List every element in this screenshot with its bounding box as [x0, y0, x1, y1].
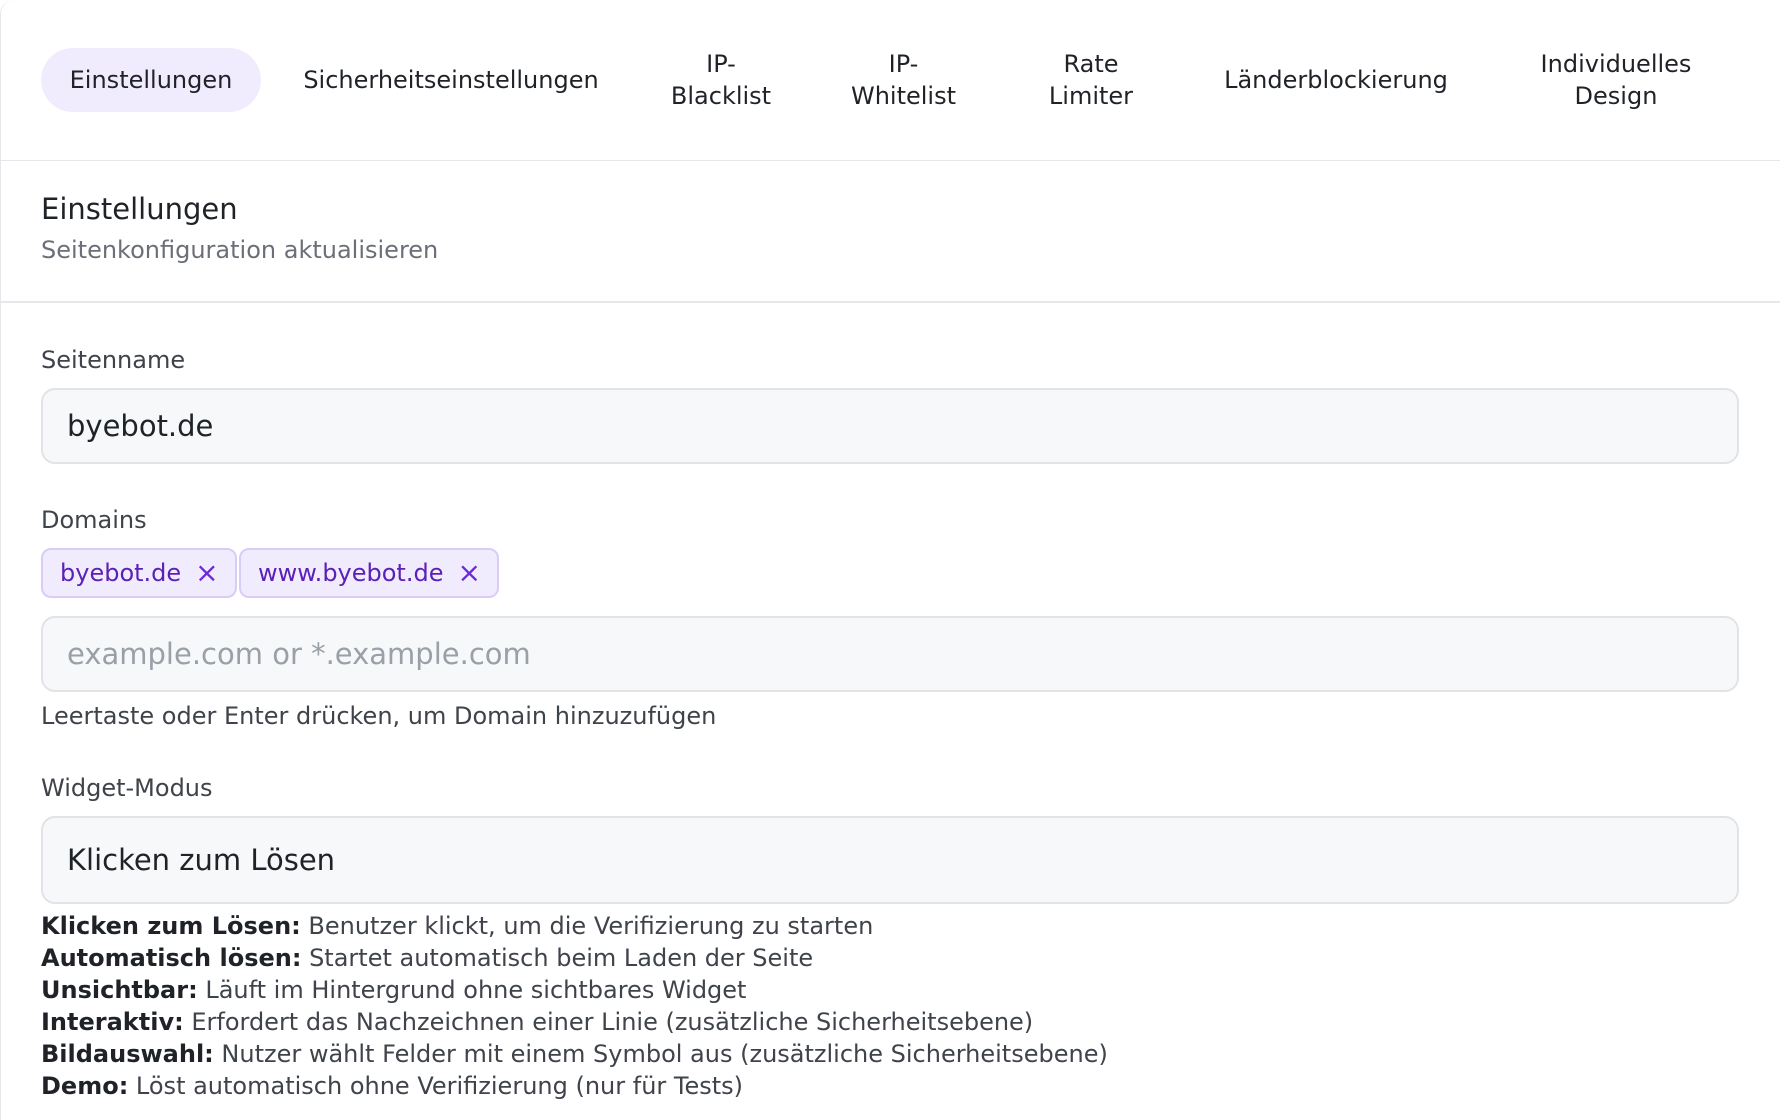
domains-label: Domains [41, 506, 147, 534]
widget-mode-item: Klicken zum Lösen: Benutzer klickt, um d… [41, 912, 874, 940]
tab-individuelles-design[interactable]: Individuelles Design [1511, 48, 1721, 112]
site-name-input[interactable]: byebot.de [41, 388, 1739, 464]
widget-mode-item: Automatisch lösen: Startet automatisch b… [41, 944, 814, 972]
section-divider [1, 301, 1780, 303]
tab-ip-whitelist[interactable]: IP- Whitelist [831, 48, 976, 112]
domain-input[interactable]: example.com or *.example.com [41, 616, 1739, 692]
widget-mode-label: Widget-Modus [41, 774, 213, 802]
tab-ip-blacklist[interactable]: IP- Blacklist [651, 48, 791, 112]
widget-mode-item: Interaktiv: Erfordert das Nachzeichnen e… [41, 1008, 1034, 1036]
section-header: Einstellungen Seitenkonfiguration aktual… [41, 190, 438, 266]
tab-bar: Einstellungen Sicherheitseinstellungen I… [1, 0, 1780, 161]
domain-chip-label: byebot.de [60, 559, 182, 587]
widget-mode-descriptions: Klicken zum Lösen: Benutzer klickt, um d… [41, 910, 1108, 1102]
widget-mode-item: Demo: Löst automatisch ohne Verifizierun… [41, 1072, 744, 1100]
domain-input-placeholder: example.com or *.example.com [67, 637, 531, 671]
site-name-label: Seitenname [41, 346, 186, 374]
domain-chip: byebot.de × [41, 548, 237, 598]
tab-rate-limiter[interactable]: Rate Limiter [1026, 48, 1156, 112]
section-title: Einstellungen [41, 192, 238, 226]
tab-laenderblockierung[interactable]: Länderblockierung [1206, 48, 1466, 112]
section-subtitle: Seitenkonfiguration aktualisieren [41, 236, 439, 264]
tab-einstellungen[interactable]: Einstellungen [41, 48, 261, 112]
close-icon[interactable]: × [195, 559, 218, 587]
close-icon[interactable]: × [457, 559, 480, 587]
tab-sicherheitseinstellungen[interactable]: Sicherheitseinstellungen [291, 48, 611, 112]
domain-chip-label: www.byebot.de [258, 559, 444, 587]
settings-card: Einstellungen Sicherheitseinstellungen I… [0, 0, 1780, 1120]
domain-help-text: Leertaste oder Enter drücken, um Domain … [41, 702, 717, 730]
widget-mode-item: Bildauswahl: Nutzer wählt Felder mit ein… [41, 1040, 1108, 1068]
domain-chip: www.byebot.de × [239, 548, 499, 598]
widget-mode-value: Klicken zum Lösen [67, 843, 336, 877]
site-name-value: byebot.de [67, 409, 214, 443]
widget-mode-select[interactable]: Klicken zum Lösen [41, 816, 1739, 904]
widget-mode-item: Unsichtbar: Läuft im Hintergrund ohne si… [41, 976, 747, 1004]
